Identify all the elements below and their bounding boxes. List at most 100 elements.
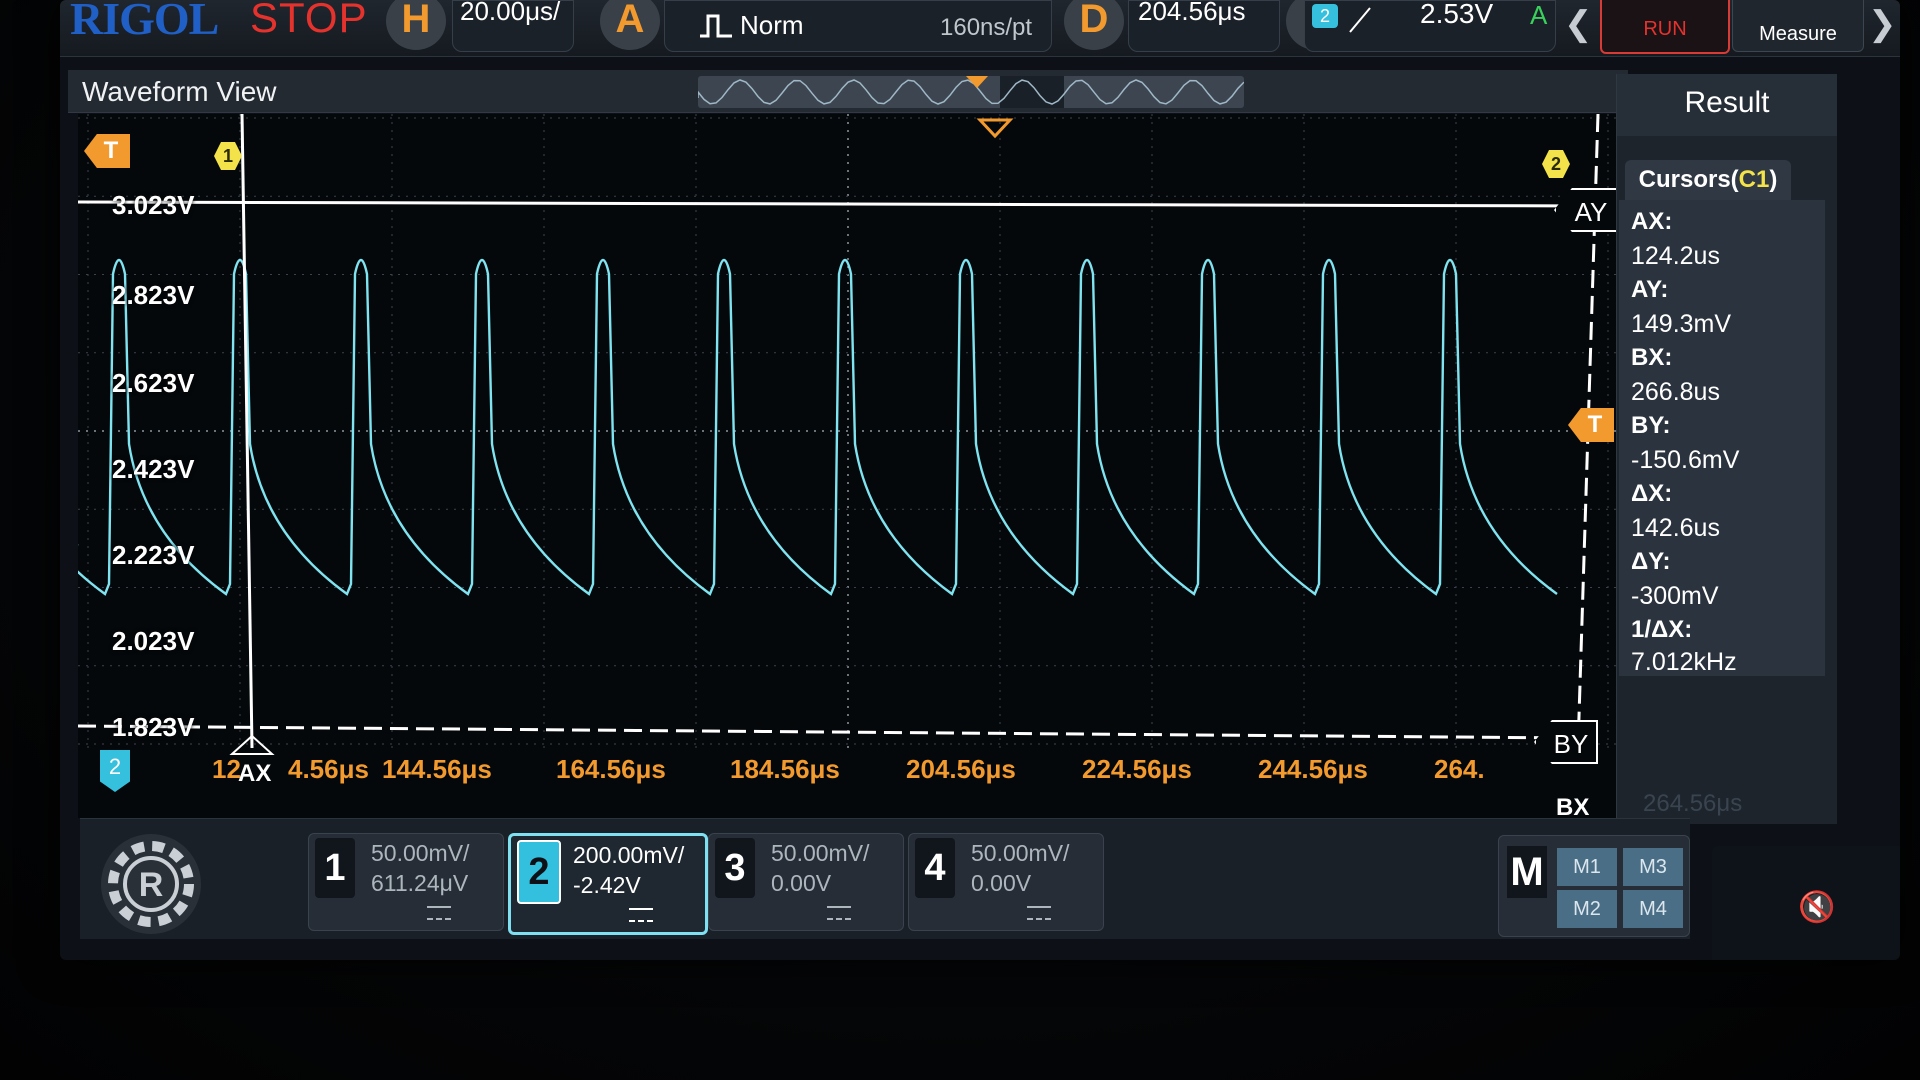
delay-value: 204.56μs	[1138, 0, 1246, 26]
channel-scale: 200.00mV/	[573, 842, 685, 868]
dc-coupling-icon	[1027, 906, 1051, 920]
waveform-overview-strip[interactable]	[698, 76, 1244, 108]
time-label: 144.56μs	[382, 754, 492, 784]
math-m1-button[interactable]: M1	[1557, 848, 1617, 886]
math-m2-button[interactable]: M2	[1557, 890, 1617, 928]
channel-3-card[interactable]: 3 50.00mV/ 0.00V	[708, 833, 904, 931]
channel-2-card[interactable]: 2 200.00mV/ -2.42V	[508, 833, 708, 935]
speaker-panel[interactable]: 🔇	[1712, 846, 1900, 960]
time-label: 12	[212, 754, 241, 784]
voltage-label: 2.423V	[112, 454, 195, 484]
channel-offset: 0.00V	[771, 870, 832, 896]
oscilloscope-screen: RIGOL STOP H 20.00μs/ A Norm 160ns/pt D …	[60, 0, 1900, 960]
time-label: 4.56μs	[288, 754, 369, 784]
measure-button[interactable]: Measure	[1732, 0, 1864, 52]
result-title: Result	[1684, 86, 1770, 119]
result-value: 266.8us	[1631, 378, 1720, 406]
result-label: BX:	[1631, 344, 1673, 371]
channel-number: 1	[315, 838, 355, 898]
channel-offset: -2.42V	[573, 872, 641, 898]
result-label: BY:	[1631, 412, 1671, 439]
result-panel: Result Cursors(C1) AX: 124.2us AY: 149.3…	[1616, 74, 1837, 824]
result-value: 142.6us	[1631, 514, 1720, 542]
stop-run-button[interactable]: RUN	[1600, 0, 1730, 54]
dc-coupling-icon	[427, 906, 451, 920]
cursor-tab-channel: C1	[1738, 166, 1770, 193]
timebase-value: 20.00μs/	[460, 0, 561, 26]
measure-label: Measure	[1759, 23, 1837, 45]
trigger-mode-icon	[700, 14, 732, 38]
result-ghost-text: 264.56μs	[1643, 790, 1743, 817]
waveform-grid[interactable]: 3.023V 2.823V 2.623V 2.423V 2.223V 2.023…	[78, 114, 1618, 821]
time-label: 204.56μs	[906, 754, 1016, 784]
speaker-muted-icon[interactable]: 🔇	[1798, 890, 1835, 925]
voltage-label: 2.223V	[112, 540, 195, 570]
cursor-results-tab[interactable]: Cursors(C1)	[1625, 160, 1791, 200]
result-value: 149.3mV	[1631, 310, 1732, 338]
acquire-menu-button[interactable]: A	[600, 0, 660, 50]
channel-offset: 0.00V	[971, 870, 1032, 896]
time-label: 184.56μs	[730, 754, 840, 784]
time-label: 164.56μs	[556, 754, 666, 784]
channel-scale: 50.00mV/	[771, 840, 870, 866]
bottom-channel-bar: R 1 50.00mV/ 611.24μV 2 200.00mV/ -2.42V…	[80, 818, 1690, 939]
waveform-canvas	[78, 114, 1618, 755]
cursor-results-list: AX: 124.2us AY: 149.3mV BX: 266.8us BY: …	[1619, 200, 1825, 676]
channel-scale: 50.00mV/	[971, 840, 1070, 866]
time-label: 244.56μs	[1258, 754, 1368, 784]
channel-number: 2	[517, 840, 561, 904]
result-label: 1/ΔX:	[1631, 616, 1693, 643]
chevron-left-icon[interactable]: ❮	[1564, 4, 1593, 44]
chevron-right-icon[interactable]: ❯	[1868, 4, 1897, 44]
voltage-label: 2.023V	[112, 626, 195, 656]
dc-coupling-icon	[827, 906, 851, 920]
channel-4-card[interactable]: 4 50.00mV/ 0.00V	[908, 833, 1104, 931]
math-panel: M M1 M3 M2 M4	[1498, 835, 1690, 937]
delay-menu-button[interactable]: D	[1064, 0, 1124, 50]
stop-run-label: RUN	[1643, 18, 1687, 40]
cursor-ay-line	[78, 200, 1599, 208]
math-m3-button[interactable]: M3	[1623, 848, 1683, 886]
run-state-indicator[interactable]: STOP	[250, 0, 368, 42]
cursor-by-line	[78, 724, 1579, 740]
cursor-tab-label: Cursors(	[1638, 166, 1739, 193]
channel-number: 4	[915, 838, 955, 898]
math-button[interactable]: M	[1507, 846, 1547, 898]
trigger-status: A	[1530, 0, 1548, 30]
voltage-label: 2.823V	[112, 280, 195, 310]
result-label: AY:	[1631, 276, 1669, 303]
trigger-source-badge: 2	[1312, 4, 1338, 28]
time-label: 264.	[1434, 754, 1485, 784]
top-status-bar: RIGOL STOP H 20.00μs/ A Norm 160ns/pt D …	[60, 0, 1900, 57]
math-m4-button[interactable]: M4	[1623, 890, 1683, 928]
channel-offset: 611.24μV	[371, 870, 469, 896]
result-value: 124.2us	[1631, 242, 1720, 270]
channel-1-card[interactable]: 1 50.00mV/ 611.24μV	[308, 833, 504, 931]
result-value: -300mV	[1631, 582, 1719, 610]
svg-text:R: R	[139, 866, 164, 904]
brand-logo: RIGOL	[70, 0, 219, 44]
channel-scale: 50.00mV/	[371, 840, 470, 866]
trigger-level-value: 2.53V	[1420, 0, 1494, 29]
overview-trace	[698, 76, 1244, 108]
rising-edge-icon	[1349, 7, 1371, 33]
cursor-ax-tag[interactable]: AX	[238, 760, 271, 788]
result-value: 7.012kHz	[1631, 648, 1737, 676]
result-value: -150.6mV	[1631, 446, 1740, 474]
trigger-mode-label: Norm	[740, 10, 804, 40]
dc-coupling-icon	[629, 908, 653, 922]
voltage-label: 1.823V	[112, 712, 195, 742]
time-label: 224.56μs	[1082, 754, 1192, 784]
sample-rate-label: 160ns/pt	[940, 14, 1033, 41]
voltage-label: 3.023V	[112, 190, 195, 220]
cursor-tab-close: )	[1769, 166, 1778, 193]
result-label: ΔX:	[1631, 480, 1673, 507]
waveform-view-header: Waveform View	[68, 70, 1628, 113]
result-label: ΔY:	[1631, 548, 1671, 575]
channel-number: 3	[715, 838, 755, 898]
voltage-label: 2.623V	[112, 368, 195, 398]
horizontal-menu-button[interactable]: H	[386, 0, 446, 50]
trigger-position-marker	[976, 118, 1014, 139]
waveform-view-title: Waveform View	[82, 76, 277, 107]
gear-icon[interactable]: R	[96, 829, 206, 939]
